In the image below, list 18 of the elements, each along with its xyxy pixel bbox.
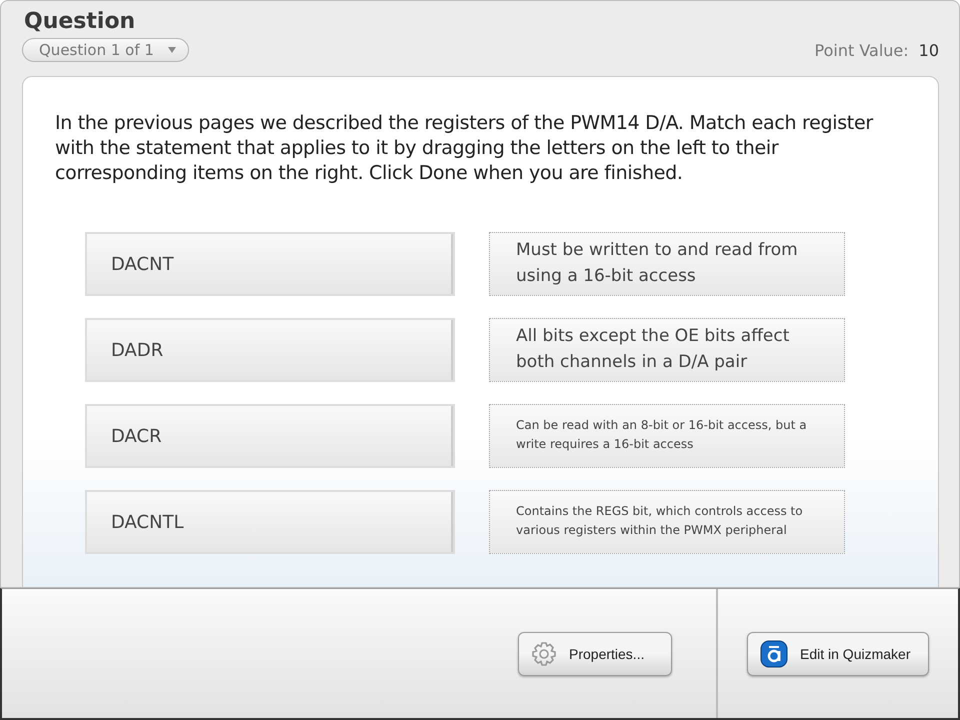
question-prompt: In the previous pages we described the registers of the PWM14 D/A. Match each register with the statement that applies to it by dragging the letters on the left to their corresponding items on the right. Click Done when you are finished. bbox=[55, 111, 874, 186]
match-target[interactable]: Must be written to and read from using a 16-bit access bbox=[489, 232, 845, 296]
point-value-label: Point Value: bbox=[814, 40, 909, 60]
draggable-term[interactable]: DACNTL bbox=[85, 490, 455, 554]
caret-icon bbox=[168, 47, 176, 53]
question-dropdown[interactable]: Question 1 of 1 bbox=[22, 38, 189, 62]
draggable-term[interactable]: DADR bbox=[85, 318, 455, 382]
draggable-term[interactable]: DACNT bbox=[85, 232, 455, 296]
point-value: 10 bbox=[918, 40, 939, 60]
edit-button[interactable]: Edit in Quizmaker bbox=[747, 632, 929, 676]
match-target[interactable]: Can be read with an 8-bit or 16-bit access, but a write requires a 16-bit access bbox=[489, 404, 845, 468]
match-target[interactable]: All bits except the OE bits affect both channels in a D/A pair bbox=[489, 318, 845, 382]
section-title: Question bbox=[24, 9, 136, 34]
properties-button[interactable]: Properties... bbox=[518, 632, 672, 676]
draggable-term[interactable]: DACR bbox=[85, 404, 455, 468]
gear-icon bbox=[531, 640, 557, 666]
app-logo-icon bbox=[760, 640, 788, 668]
match-target[interactable]: Contains the REGS bit, which controls access to various registers within the PWMX peripheral bbox=[489, 490, 845, 554]
